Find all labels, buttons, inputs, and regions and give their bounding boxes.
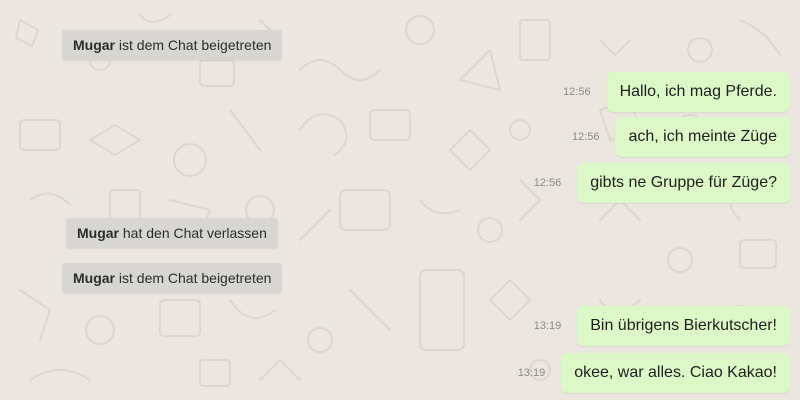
system-message-joined: Mugar ist dem Chat beigetreten (62, 263, 283, 293)
chat-message: 12:56 gibts ne Gruppe für Züge? (534, 163, 790, 203)
message-bubble[interactable]: Hallo, ich mag Pferde. (606, 72, 790, 112)
system-message-text: hat den Chat verlassen (122, 225, 267, 241)
message-bubble[interactable]: gibts ne Gruppe für Züge? (577, 163, 790, 203)
message-timestamp: 12:56 (563, 86, 591, 98)
system-message-text: ist dem Chat beigetreten (118, 270, 272, 286)
message-bubble[interactable]: ach, ich meinte Züge (615, 117, 790, 157)
chat-message: 12:56 Hallo, ich mag Pferde. (563, 72, 790, 112)
message-bubble[interactable]: okee, war alles. Ciao Kakao! (561, 353, 790, 393)
system-message-text: ist dem Chat beigetreten (118, 37, 272, 53)
system-message-user: Mugar (77, 225, 119, 241)
chat-message: 12:56 ach, ich meinte Züge (572, 117, 790, 157)
system-message-left: Mugar hat den Chat verlassen (66, 218, 278, 248)
message-bubble[interactable]: Bin übrigens Bierkutscher! (577, 306, 790, 346)
system-message-joined: Mugar ist dem Chat beigetreten (62, 30, 283, 60)
system-message-user: Mugar (73, 270, 115, 286)
chat-message: 13:19 Bin übrigens Bierkutscher! (534, 306, 790, 346)
system-message-user: Mugar (73, 37, 115, 53)
message-timestamp: 12:56 (571, 131, 600, 143)
message-timestamp: 13:19 (533, 320, 562, 332)
chat-message: 13:19 okee, war alles. Ciao Kakao! (518, 353, 790, 393)
message-timestamp: 13:19 (517, 367, 546, 379)
message-timestamp: 12:56 (533, 177, 562, 189)
